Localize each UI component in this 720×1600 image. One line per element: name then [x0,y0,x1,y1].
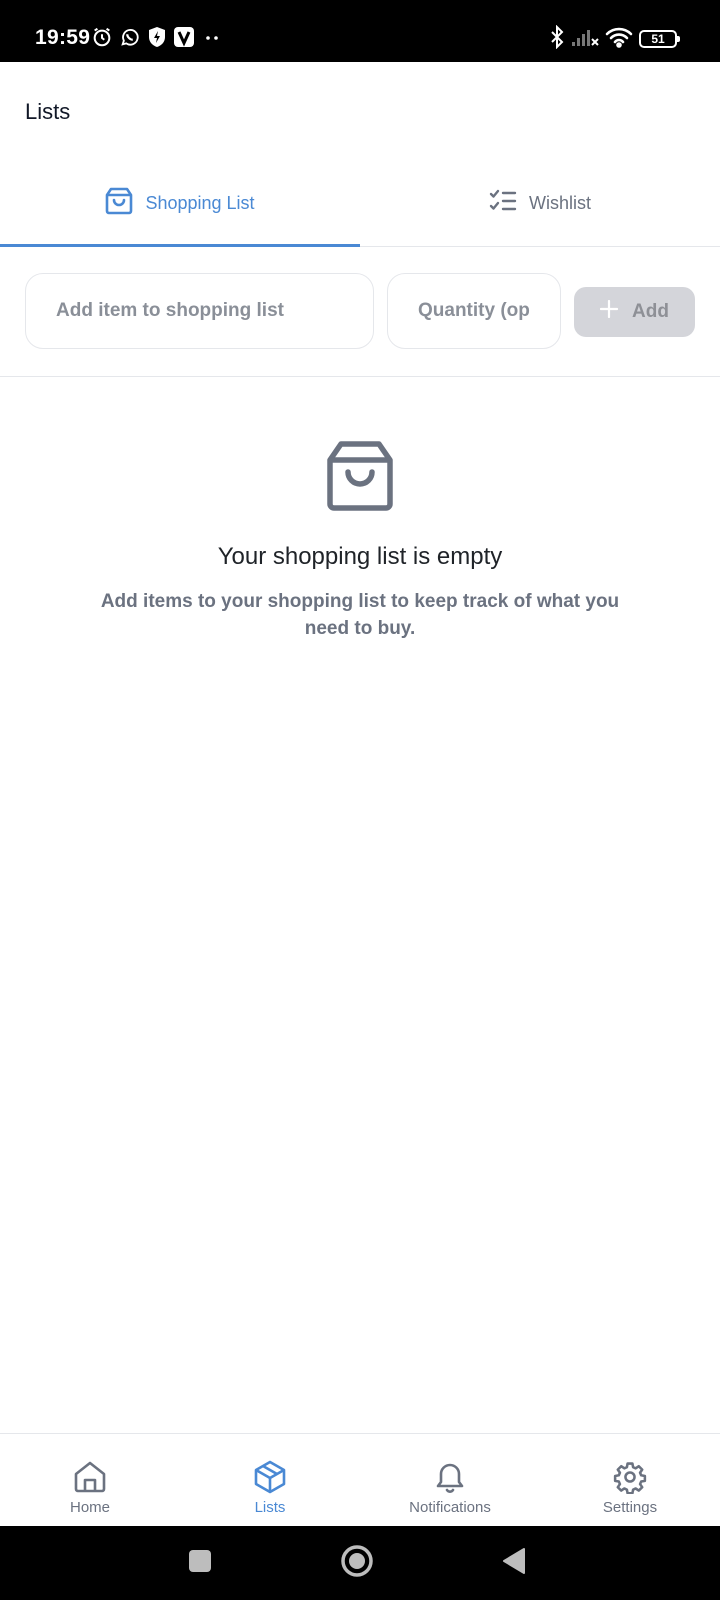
status-system-icons: 51 [549,24,680,54]
add-item-form: Add [0,247,720,377]
recents-button[interactable] [170,1526,230,1600]
box-icon [253,1460,287,1494]
quantity-input[interactable] [387,273,561,349]
add-button[interactable]: Add [574,287,695,337]
gear-icon [613,1460,647,1495]
empty-state-description: Add items to your shopping list to keep … [100,591,620,639]
wifi-icon [605,26,633,53]
circle-icon [340,1544,374,1583]
shield-icon [147,26,167,53]
bottom-navigation: Home Lists Notifications Settings [0,1433,720,1526]
nav-label: Notifications [409,1499,491,1516]
shopping-bag-icon [326,440,394,512]
shopping-bag-icon [105,186,133,221]
tab-label: Shopping List [145,192,255,213]
checklist-icon [489,189,517,218]
cellular-signal-icon [571,26,599,53]
nav-label: Settings [602,1499,658,1516]
status-bar: 19:59 51 [0,0,720,62]
nav-label: Home [69,1499,110,1516]
add-button-label: Add [632,301,669,322]
tab-label: Wishlist [529,192,591,213]
home-icon [73,1460,107,1494]
nav-settings[interactable]: Settings [540,1434,720,1526]
alarm-icon [91,26,113,53]
status-notification-icons [91,26,223,53]
tab-wishlist[interactable]: Wishlist [360,160,720,246]
system-navigation-bar [0,1526,720,1600]
square-icon [188,1549,212,1578]
status-time: 19:59 [35,26,91,49]
tab-bar: Shopping List Wishlist [0,160,720,247]
system-home-button[interactable] [327,1526,387,1600]
nav-label: Lists [254,1499,286,1516]
item-name-input[interactable] [25,273,374,349]
tab-shopping-list[interactable]: Shopping List [0,160,360,247]
whatsapp-icon [119,26,141,53]
more-notifications-icon [201,26,223,53]
bluetooth-icon [549,24,565,54]
nav-notifications[interactable]: Notifications [360,1434,540,1526]
bell-icon [433,1460,467,1494]
system-back-button[interactable] [484,1526,544,1600]
nav-lists[interactable]: Lists [180,1434,360,1526]
empty-state-title: Your shopping list is empty [217,543,503,570]
back-triangle-icon [502,1547,526,1580]
vpn-app-icon [173,26,195,53]
nav-home[interactable]: Home [0,1434,180,1526]
page-title: Lists [25,99,71,124]
battery-icon: 51 [639,30,680,48]
plus-icon [599,299,619,324]
